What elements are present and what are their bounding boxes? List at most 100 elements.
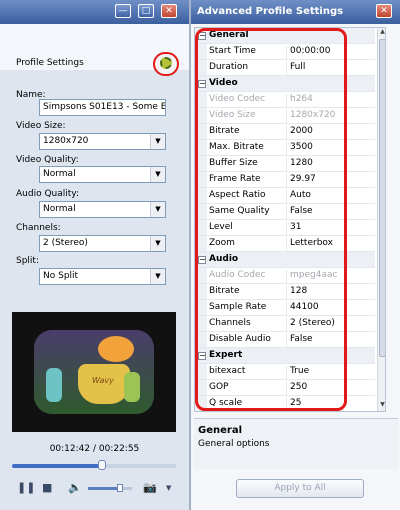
property-value[interactable]: 00:00:00	[286, 46, 330, 60]
scroll-up-icon[interactable]: ▲	[378, 28, 385, 38]
property-row[interactable]: Channels 2 (Stereo)	[195, 316, 375, 332]
minimize-icon: —	[118, 6, 128, 16]
property-name: Level	[209, 222, 233, 232]
seek-handle[interactable]	[98, 460, 107, 470]
advanced-settings-window: Advanced Profile Settings ✕ − General Star…	[190, 0, 400, 510]
property-value[interactable]: 25	[286, 398, 301, 411]
video-size-select[interactable]: 1280x720 ▼	[39, 133, 166, 150]
audio-quality-label: Audio Quality:	[16, 189, 79, 199]
volume-handle[interactable]	[116, 484, 123, 492]
property-row[interactable]: bitexact True	[195, 364, 375, 380]
property-name: bitexact	[209, 366, 246, 376]
scroll-thumb[interactable]	[379, 39, 385, 357]
chevron-down-icon: ▼	[150, 269, 165, 284]
video-preview[interactable]: Wavy	[12, 312, 176, 432]
category-label: Audio	[209, 254, 239, 264]
video-size-label: Video Size:	[16, 121, 66, 131]
property-name: Aspect Ratio	[209, 190, 266, 200]
audio-quality-value: Normal	[43, 204, 76, 214]
property-value[interactable]: True	[286, 366, 309, 380]
property-name: Video Size	[209, 110, 256, 120]
scroll-down-icon[interactable]: ▼	[378, 401, 385, 411]
property-row[interactable]: Sample Rate 44100	[195, 300, 375, 316]
property-value: 1280x720	[286, 110, 335, 124]
property-value[interactable]: Full	[286, 62, 305, 76]
property-name: Max. Bitrate	[209, 142, 264, 152]
stop-button[interactable]: ■	[42, 482, 52, 494]
property-name: GOP	[209, 382, 229, 392]
property-value[interactable]: False	[286, 334, 313, 348]
property-value[interactable]: 2000	[286, 126, 313, 140]
property-value[interactable]: False	[286, 206, 313, 220]
property-row[interactable]: Duration Full	[195, 60, 375, 76]
maximize-button[interactable]: □	[138, 4, 154, 18]
snapshot-menu-button[interactable]: ▼	[166, 482, 171, 494]
property-value[interactable]: Letterbox	[286, 238, 333, 252]
property-row[interactable]: Frame Rate 29.97	[195, 172, 375, 188]
collapse-icon[interactable]: −	[198, 352, 206, 360]
advanced-window-title: Advanced Profile Settings	[197, 6, 344, 17]
speaker-icon: 🔈	[68, 481, 82, 494]
chevron-down-icon: ▼	[166, 484, 172, 492]
property-value[interactable]: 128	[286, 286, 307, 300]
close-button[interactable]: ✕	[161, 4, 177, 18]
property-row[interactable]: Start Time 00:00:00	[195, 44, 375, 60]
split-value: No Split	[43, 271, 79, 281]
video-quality-label: Video Quality:	[16, 155, 79, 165]
property-value[interactable]: 250	[286, 382, 307, 396]
volume-slider[interactable]	[88, 484, 132, 492]
property-scrollbar[interactable]: ▲ ▼	[377, 28, 385, 411]
property-grid: − General Start Time 00:00:00 Duration Full − V…	[194, 27, 386, 412]
category-label: Expert	[209, 350, 243, 360]
property-row[interactable]: Aspect Ratio Auto	[195, 188, 375, 204]
category-expert[interactable]: − Expert	[195, 348, 375, 364]
camera-icon: 📷	[143, 481, 157, 494]
property-row[interactable]: Same Quality False	[195, 204, 375, 220]
advanced-close-button[interactable]: ✕	[376, 4, 392, 18]
collapse-icon[interactable]: −	[198, 256, 206, 264]
property-name: Disable Audio	[209, 334, 271, 344]
pause-button[interactable]: ❚❚	[17, 482, 35, 494]
property-value[interactable]: 44100	[286, 302, 319, 316]
property-row: Audio Codec mpeg4aac	[195, 268, 375, 284]
video-quality-select[interactable]: Normal ▼	[39, 166, 166, 183]
property-value[interactable]: 2 (Stereo)	[286, 318, 335, 332]
channels-label: Channels:	[16, 223, 61, 233]
property-value[interactable]: 31	[286, 222, 301, 236]
category-general[interactable]: − General	[195, 28, 375, 44]
advanced-settings-button[interactable]	[153, 52, 179, 76]
property-name: Channels	[209, 318, 251, 328]
property-name: Zoom	[209, 238, 235, 248]
chevron-down-icon: ▼	[150, 236, 165, 251]
category-video[interactable]: − Video	[195, 76, 375, 92]
property-value[interactable]: 29.97	[286, 174, 316, 188]
property-row[interactable]: Disable Audio False	[195, 332, 375, 348]
snapshot-button[interactable]: 📷	[143, 482, 157, 494]
property-row[interactable]: Level 31	[195, 220, 375, 236]
advanced-titlebar[interactable]: Advanced Profile Settings ✕	[191, 0, 400, 24]
volume-button[interactable]: 🔈	[68, 482, 82, 494]
main-titlebar[interactable]: — □ ✕	[0, 0, 189, 24]
description-panel: General General options	[194, 418, 398, 469]
property-row[interactable]: Bitrate 2000	[195, 124, 375, 140]
collapse-icon[interactable]: −	[198, 80, 206, 88]
property-value[interactable]: 1280	[286, 158, 313, 172]
property-row[interactable]: Buffer Size 1280	[195, 156, 375, 172]
property-name: Same Quality	[209, 206, 270, 216]
property-row[interactable]: Max. Bitrate 3500	[195, 140, 375, 156]
apply-to-all-button[interactable]: Apply to All	[236, 479, 364, 498]
property-value[interactable]: 3500	[286, 142, 313, 156]
minimize-button[interactable]: —	[115, 4, 131, 18]
channels-select[interactable]: 2 (Stereo) ▼	[39, 235, 166, 252]
audio-quality-select[interactable]: Normal ▼	[39, 201, 166, 218]
split-select[interactable]: No Split ▼	[39, 268, 166, 285]
collapse-icon[interactable]: −	[198, 32, 206, 40]
property-row[interactable]: Zoom Letterbox	[195, 236, 375, 252]
name-field[interactable]: Simpsons S01E13 - Some Ench	[39, 99, 166, 116]
category-audio[interactable]: − Audio	[195, 252, 375, 268]
property-value[interactable]: Auto	[286, 190, 311, 204]
property-row[interactable]: GOP 250	[195, 380, 375, 396]
property-row[interactable]: Q scale 25	[195, 396, 375, 411]
property-row[interactable]: Bitrate 128	[195, 284, 375, 300]
seek-slider[interactable]	[12, 460, 176, 470]
